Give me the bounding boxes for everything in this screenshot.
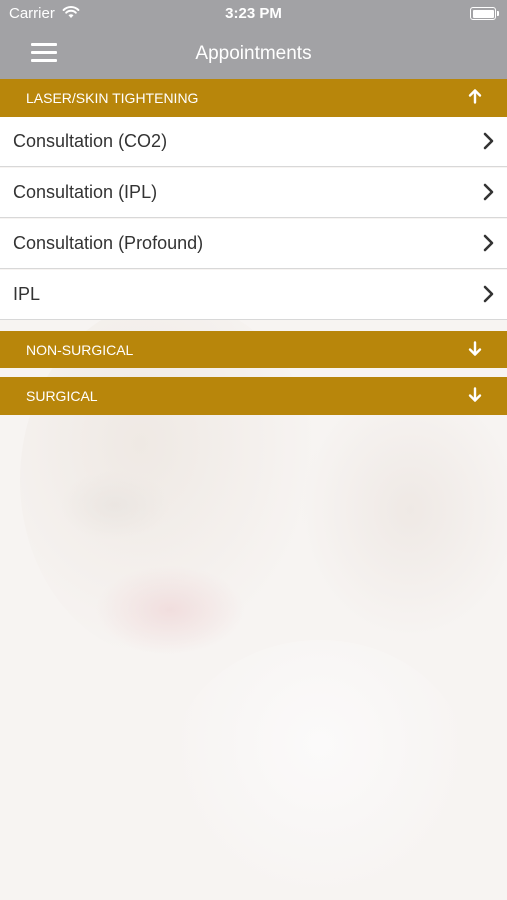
- list-item-label: IPL: [13, 284, 41, 304]
- status-time: 3:23 PM: [225, 5, 282, 22]
- background-nose-shade: [60, 470, 170, 540]
- list-item-label: Consultation (CO2): [13, 131, 168, 151]
- navigation-bar: Appointments: [0, 28, 507, 79]
- battery-icon: [470, 7, 499, 20]
- background-glove-shade: [170, 640, 470, 900]
- list-item-consultation-ipl[interactable]: Consultation (IPL): [0, 168, 507, 218]
- list-item-consultation-co2[interactable]: Consultation (CO2): [0, 117, 507, 167]
- section-label: SURGICAL: [26, 388, 98, 404]
- background-cheek-shade: [300, 380, 507, 640]
- list-item-label: Consultation (IPL): [13, 182, 158, 202]
- arrow-down-icon: [467, 387, 483, 406]
- chevron-right-icon: [483, 233, 495, 258]
- chevron-right-icon: [483, 182, 495, 207]
- status-bar: Carrier 3:23 PM: [0, 0, 507, 28]
- section-label: LASER/SKIN TIGHTENING: [26, 90, 199, 106]
- section-label: NON-SURGICAL: [26, 341, 134, 358]
- list-item-consultation-profound[interactable]: Consultation (Profound): [0, 219, 507, 269]
- chevron-right-icon: [483, 131, 495, 156]
- page-title: Appointments: [195, 43, 312, 64]
- arrow-down-icon: [467, 340, 483, 359]
- list-item-label: Consultation (Profound): [13, 233, 204, 253]
- chevron-right-icon: [483, 284, 495, 309]
- list-item-ipl[interactable]: IPL: [0, 270, 507, 320]
- background-lips-shade: [95, 565, 245, 655]
- arrow-up-icon: [467, 89, 483, 108]
- section-header-laser-skin-tightening[interactable]: LASER/SKIN TIGHTENING: [0, 79, 507, 117]
- section-header-surgical[interactable]: SURGICAL: [0, 377, 507, 415]
- section-header-non-surgical[interactable]: NON-SURGICAL: [0, 331, 507, 368]
